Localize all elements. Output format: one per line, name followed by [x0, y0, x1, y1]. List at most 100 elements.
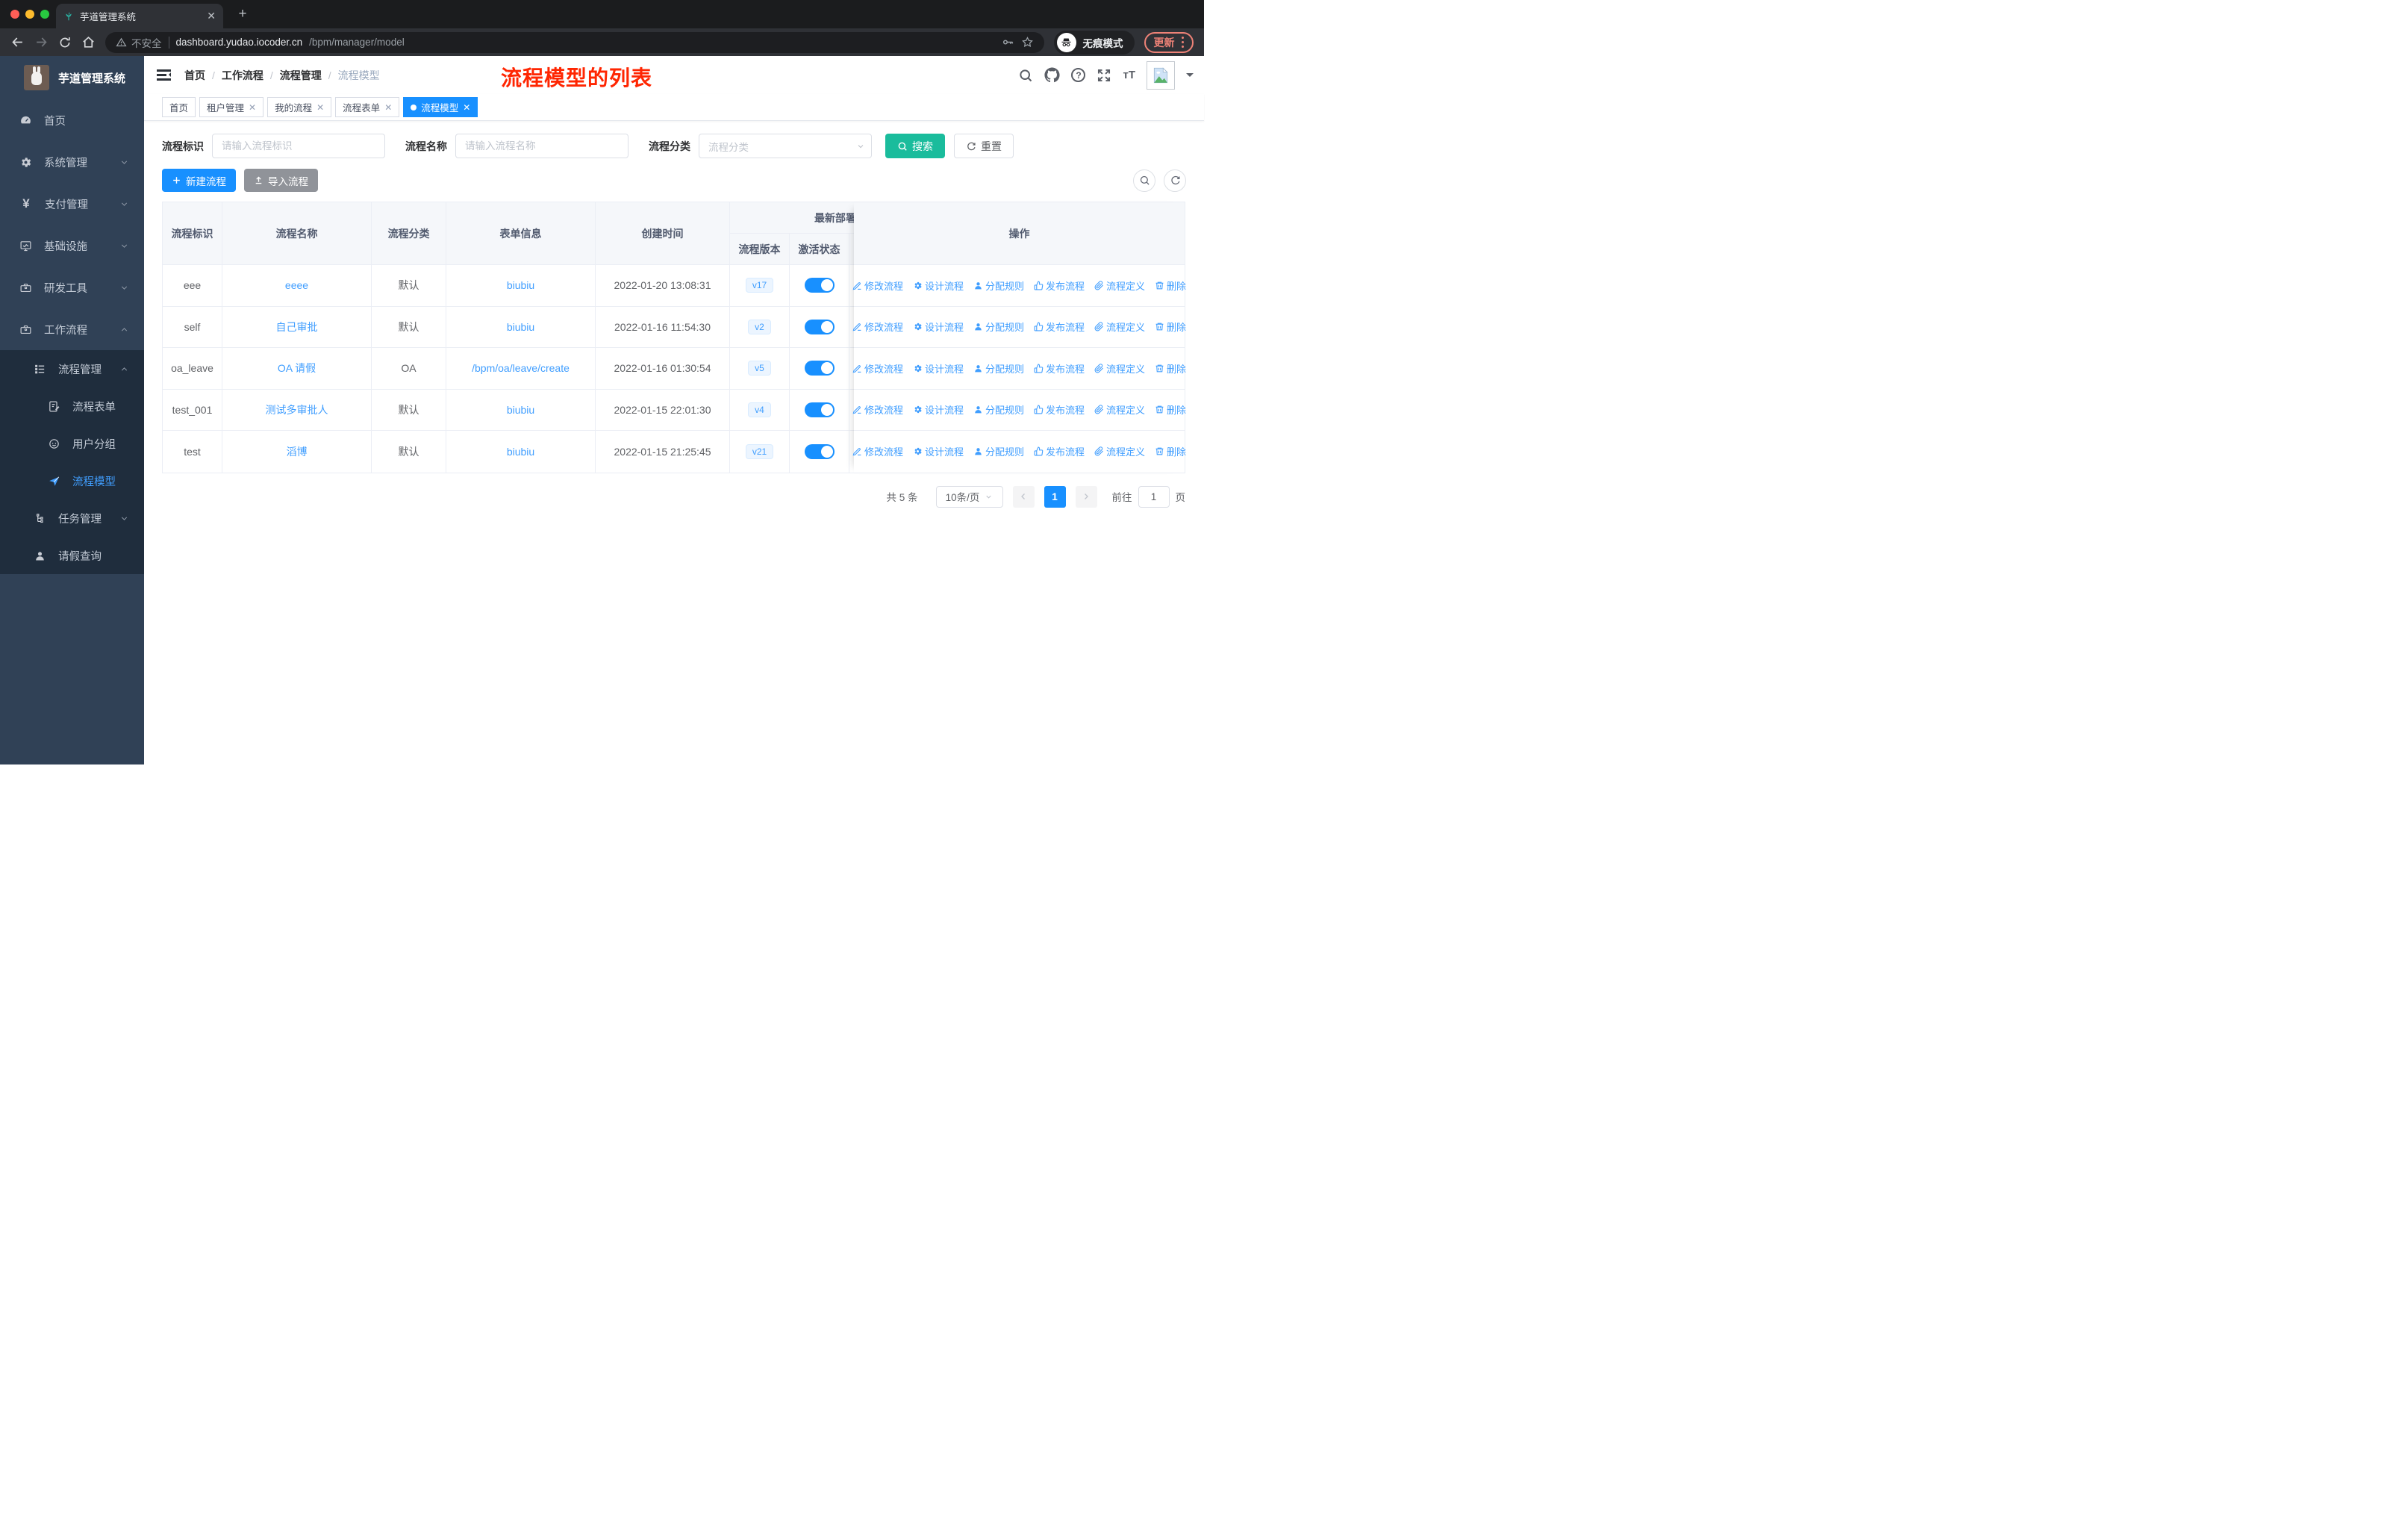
- action-definition-link[interactable]: 流程定义: [1094, 361, 1145, 376]
- import-process-button[interactable]: 导入流程: [244, 169, 318, 192]
- action-assign-link[interactable]: 分配规则: [973, 278, 1024, 293]
- new-tab-button[interactable]: +: [233, 4, 252, 24]
- tag-view-item[interactable]: 租户管理 ✕: [199, 97, 264, 117]
- sidebar-item-monitor[interactable]: 基础设施: [0, 225, 144, 267]
- action-definition-link[interactable]: 流程定义: [1094, 320, 1145, 334]
- create-process-button[interactable]: 新建流程: [162, 169, 236, 192]
- form-info-link[interactable]: biubiu: [507, 279, 534, 291]
- active-toggle[interactable]: [804, 361, 835, 376]
- tag-view-item[interactable]: 我的流程 ✕: [267, 97, 332, 117]
- process-name-link[interactable]: eeee: [285, 279, 308, 291]
- sidebar-item-plane[interactable]: 流程模型: [0, 462, 144, 499]
- action-edit-link[interactable]: 修改流程: [852, 278, 903, 293]
- sidebar-item-group[interactable]: 用户分组: [0, 425, 144, 462]
- back-icon[interactable]: [10, 35, 25, 49]
- form-info-link[interactable]: /bpm/oa/leave/create: [472, 362, 570, 374]
- font-size-icon[interactable]: ᴛT: [1123, 69, 1135, 81]
- search-button[interactable]: 搜索: [885, 134, 945, 158]
- action-delete-link[interactable]: 删除: [1155, 402, 1186, 417]
- action-assign-link[interactable]: 分配规则: [973, 444, 1024, 458]
- breadcrumb-item[interactable]: 工作流程: [222, 68, 263, 83]
- action-design-link[interactable]: 设计流程: [913, 361, 964, 376]
- action-assign-link[interactable]: 分配规则: [973, 320, 1024, 334]
- action-delete-link[interactable]: 删除: [1155, 320, 1186, 334]
- version-badge[interactable]: v17: [745, 278, 774, 293]
- close-icon[interactable]: ✕: [384, 102, 392, 113]
- tag-view-active[interactable]: 流程模型 ✕: [403, 97, 478, 117]
- action-deploy-link[interactable]: 发布流程: [1034, 402, 1085, 417]
- sidebar-item-form[interactable]: 流程表单: [0, 387, 144, 425]
- browser-tab[interactable]: 芋道管理系统 ✕: [56, 4, 223, 28]
- close-window-button[interactable]: [10, 10, 19, 19]
- close-icon[interactable]: ✕: [249, 102, 256, 113]
- action-edit-link[interactable]: 修改流程: [852, 402, 903, 417]
- action-delete-link[interactable]: 删除: [1155, 361, 1186, 376]
- show-search-button[interactable]: [1133, 169, 1155, 192]
- process-name-link[interactable]: 自己审批: [276, 320, 318, 334]
- active-toggle[interactable]: [804, 278, 835, 293]
- filter-key-input[interactable]: [212, 134, 385, 158]
- help-icon[interactable]: ?: [1071, 68, 1086, 82]
- bookmark-star-icon[interactable]: [1021, 36, 1034, 49]
- form-info-link[interactable]: biubiu: [507, 321, 534, 333]
- action-edit-link[interactable]: 修改流程: [852, 361, 903, 376]
- sidebar-item-tree[interactable]: 任务管理: [0, 499, 144, 537]
- action-definition-link[interactable]: 流程定义: [1094, 444, 1145, 458]
- action-deploy-link[interactable]: 发布流程: [1034, 278, 1085, 293]
- version-badge[interactable]: v5: [748, 361, 771, 376]
- close-icon[interactable]: ✕: [316, 102, 324, 113]
- maximize-window-button[interactable]: [40, 10, 49, 19]
- process-name-link[interactable]: 测试多审批人: [266, 402, 328, 417]
- prev-page-button[interactable]: [1012, 485, 1035, 508]
- action-assign-link[interactable]: 分配规则: [973, 361, 1024, 376]
- version-badge[interactable]: v4: [748, 402, 771, 417]
- action-design-link[interactable]: 设计流程: [913, 444, 964, 458]
- github-icon[interactable]: [1044, 67, 1061, 83]
- avatar[interactable]: [1147, 60, 1175, 90]
- home-icon[interactable]: [81, 35, 96, 49]
- sidebar-item-gear[interactable]: 系统管理: [0, 141, 144, 183]
- action-edit-link[interactable]: 修改流程: [852, 320, 903, 334]
- tag-view-item[interactable]: 首页: [162, 97, 196, 117]
- url-bar[interactable]: 不安全 dashboard.yudao.iocoder.cn/bpm/manag…: [105, 31, 1044, 53]
- close-icon[interactable]: ✕: [463, 102, 470, 113]
- update-button[interactable]: 更新: [1144, 31, 1194, 53]
- goto-page-input[interactable]: [1138, 485, 1170, 508]
- active-toggle[interactable]: [804, 402, 835, 417]
- action-design-link[interactable]: 设计流程: [913, 402, 964, 417]
- form-info-link[interactable]: biubiu: [507, 446, 534, 458]
- sidebar-item-toolbox[interactable]: 研发工具: [0, 267, 144, 308]
- sidebar-item-user[interactable]: 请假查询: [0, 537, 144, 574]
- active-toggle[interactable]: [804, 319, 835, 334]
- action-edit-link[interactable]: 修改流程: [852, 444, 903, 458]
- tab-close-icon[interactable]: ✕: [207, 10, 216, 22]
- action-assign-link[interactable]: 分配规则: [973, 402, 1024, 417]
- collapse-sidebar-icon[interactable]: [157, 69, 171, 81]
- page-size-select[interactable]: 10条/页: [935, 485, 1003, 508]
- breadcrumb-item[interactable]: 流程管理: [280, 68, 322, 83]
- version-badge[interactable]: v21: [745, 443, 774, 459]
- search-icon[interactable]: [1018, 68, 1033, 83]
- sidebar-item-yen[interactable]: ¥ 支付管理: [0, 183, 144, 225]
- action-design-link[interactable]: 设计流程: [913, 320, 964, 334]
- sidebar-item-dashboard[interactable]: 首页: [0, 99, 144, 141]
- fullscreen-icon[interactable]: [1097, 68, 1111, 83]
- active-toggle[interactable]: [804, 443, 835, 459]
- breadcrumb-item[interactable]: 首页: [184, 68, 205, 83]
- reload-icon[interactable]: [58, 36, 72, 49]
- forward-icon[interactable]: [34, 35, 49, 49]
- action-deploy-link[interactable]: 发布流程: [1034, 444, 1085, 458]
- form-info-link[interactable]: biubiu: [507, 404, 534, 416]
- action-definition-link[interactable]: 流程定义: [1094, 278, 1145, 293]
- window-controls[interactable]: [10, 10, 49, 19]
- action-delete-link[interactable]: 删除: [1155, 444, 1186, 458]
- action-design-link[interactable]: 设计流程: [913, 278, 964, 293]
- action-definition-link[interactable]: 流程定义: [1094, 402, 1145, 417]
- page-number-current[interactable]: 1: [1044, 485, 1066, 508]
- key-icon[interactable]: [1002, 36, 1014, 49]
- security-warning[interactable]: 不安全: [116, 35, 162, 50]
- sidebar-item-briefcase[interactable]: 工作流程: [0, 308, 144, 350]
- process-name-link[interactable]: 滔博: [287, 444, 308, 459]
- action-deploy-link[interactable]: 发布流程: [1034, 320, 1085, 334]
- process-name-link[interactable]: OA 请假: [278, 361, 316, 376]
